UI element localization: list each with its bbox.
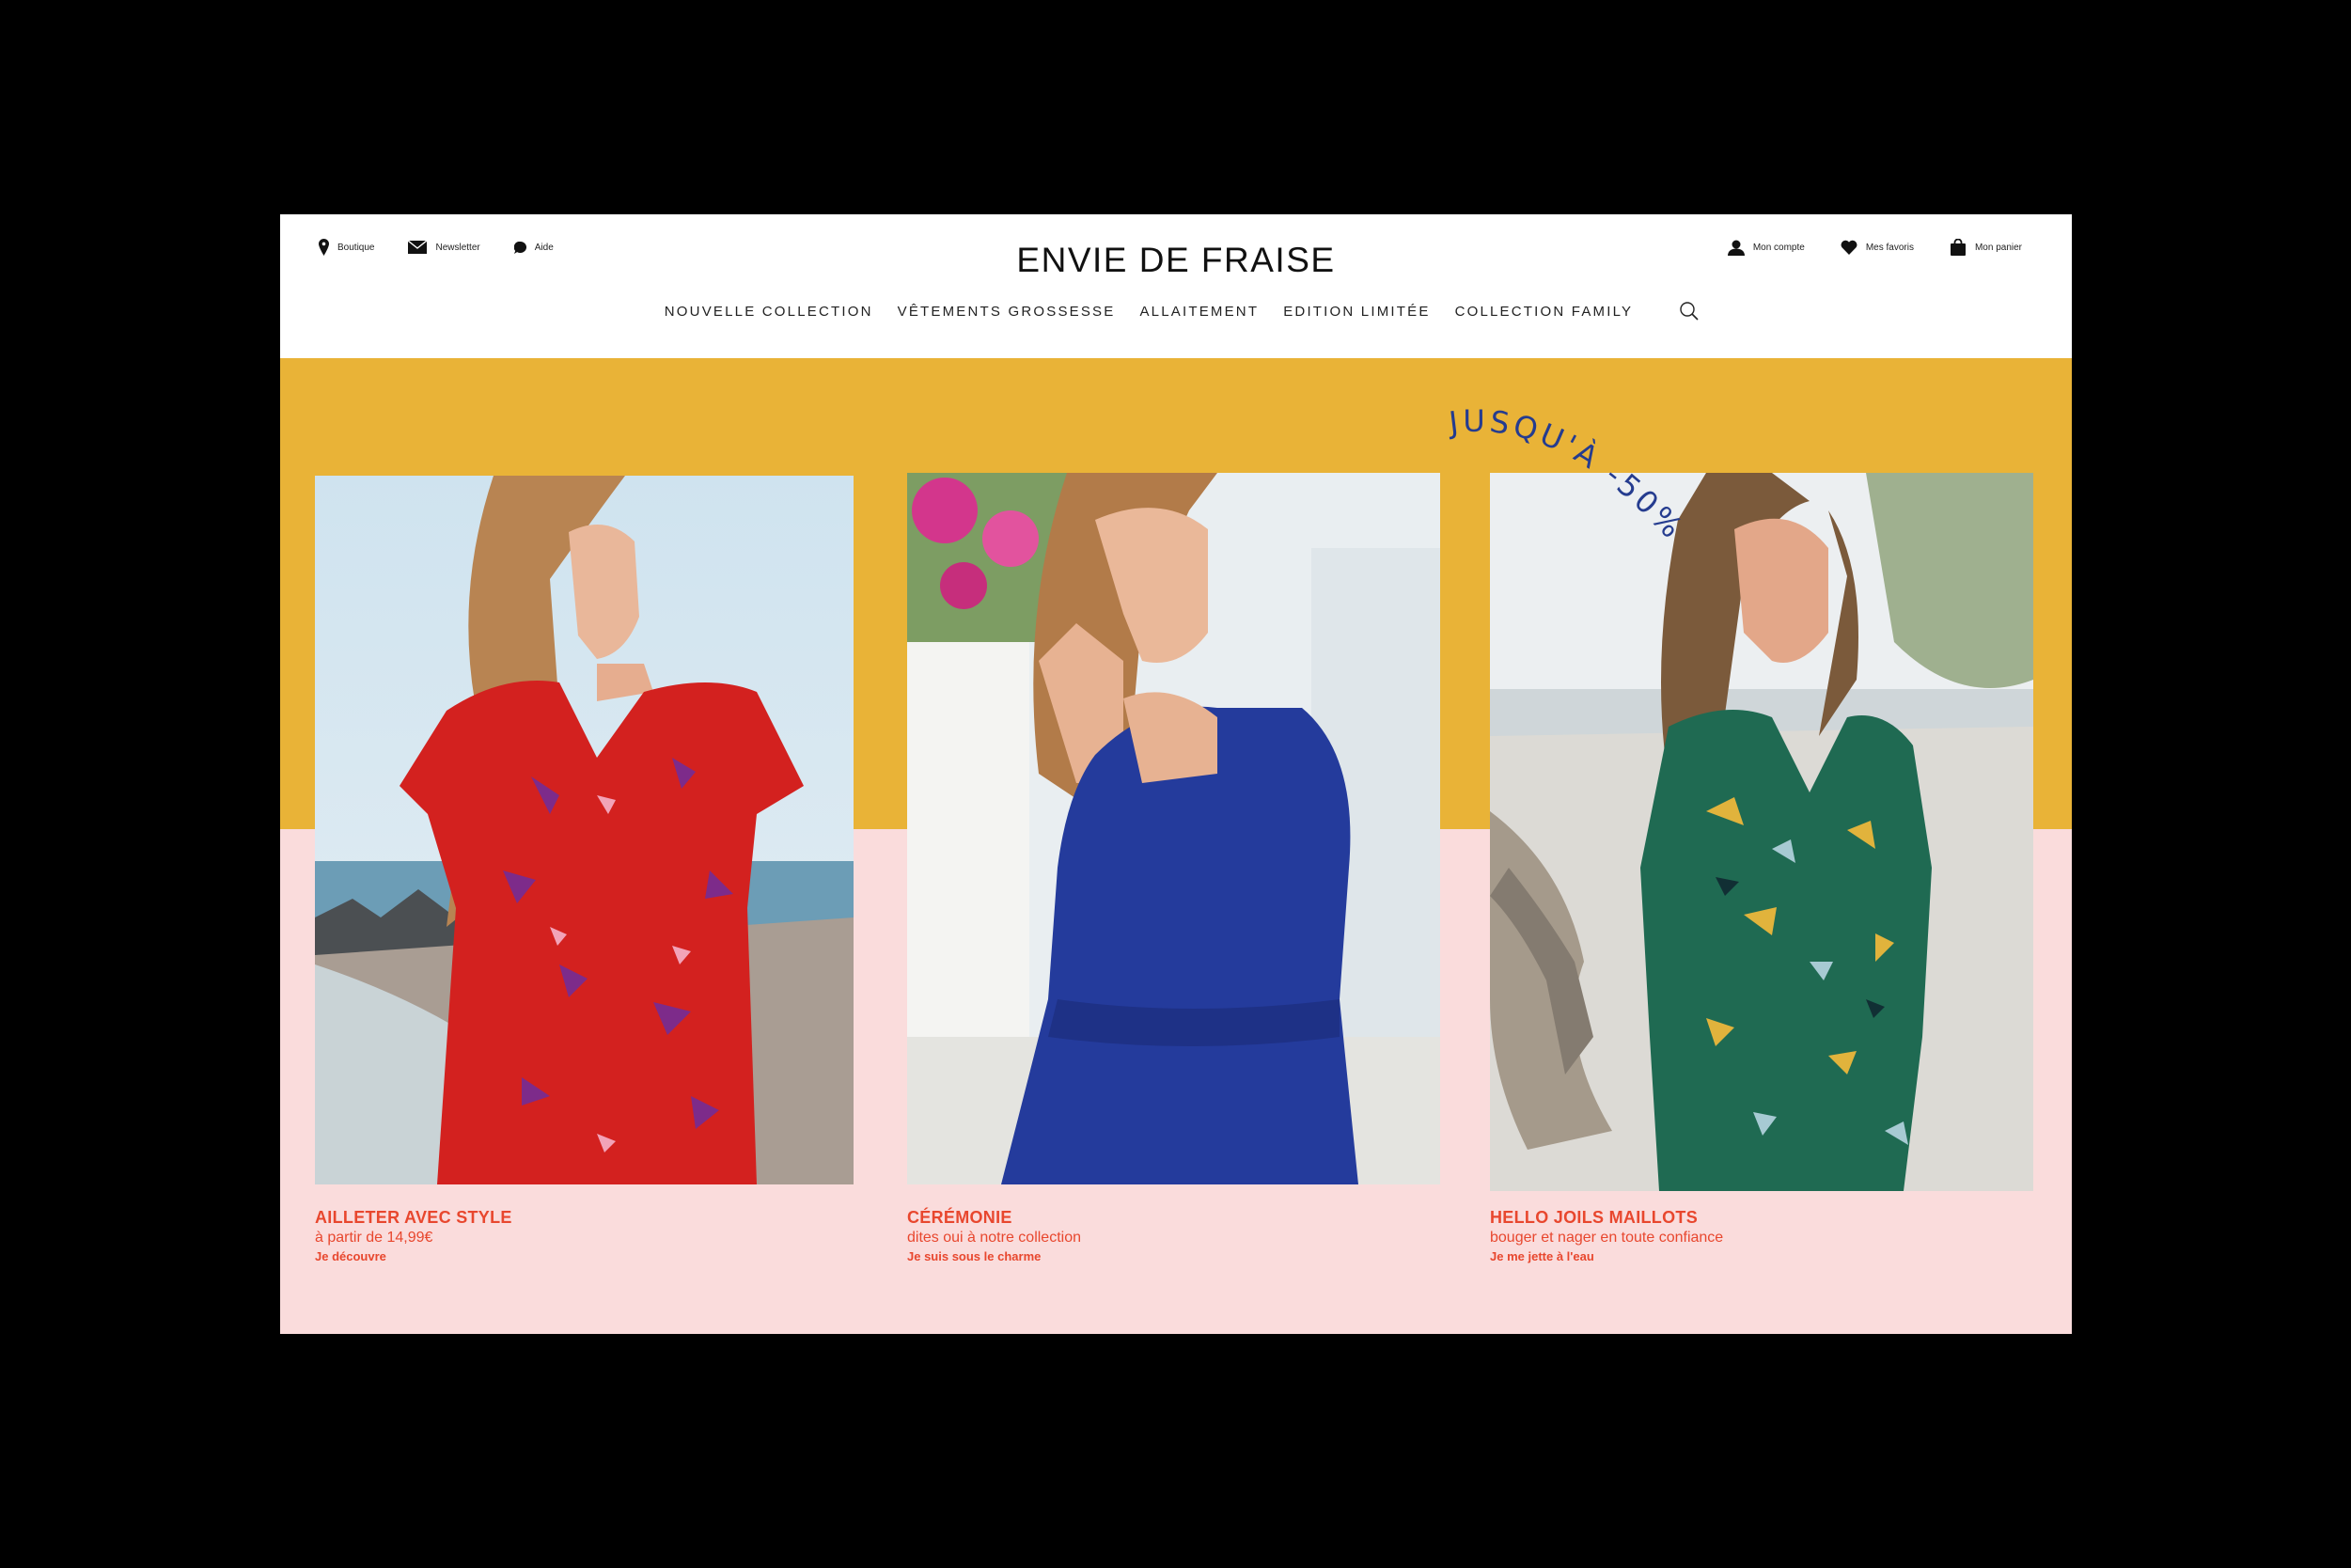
card-subtitle: bouger et nager en toute confiance (1490, 1230, 1724, 1246)
heart-icon (1841, 240, 1857, 255)
nav-collection-family[interactable]: COLLECTION FAMILY (1455, 304, 1634, 320)
web-page: Boutique Newsletter Aide ENVIE DE FRAISE (280, 214, 2072, 1334)
nav-vetements-grossesse[interactable]: VÊTEMENTS GROSSESSE (898, 304, 1116, 320)
card-subtitle: dites oui à notre collection (907, 1230, 1081, 1246)
cart-label: Mon panier (1974, 242, 2022, 253)
hero-section: AILLETER AVEC STYLE à partir de 14,99€ J… (280, 358, 2072, 1334)
shopping-bag-icon (1950, 239, 1967, 256)
nav-edition-limitee[interactable]: EDITION LIMITÉE (1283, 304, 1430, 320)
site-header: Boutique Newsletter Aide ENVIE DE FRAISE (280, 214, 2072, 358)
account-link[interactable]: Mon compte (1727, 240, 1805, 256)
account-label: Mon compte (1752, 242, 1805, 253)
nav-nouvelle-collection[interactable]: NOUVELLE COLLECTION (665, 304, 873, 320)
product-card-ceremonie[interactable]: CÉRÉMONIE dites oui à notre collection J… (907, 473, 1440, 1263)
nav-allaitement[interactable]: ALLAITEMENT (1139, 304, 1259, 320)
card-subtitle: à partir de 14,99€ (315, 1230, 433, 1246)
user-icon (1727, 240, 1745, 256)
favorites-label: Mes favoris (1865, 242, 1914, 253)
promo-banner: JUSQU'À -50% (1445, 403, 1691, 548)
card-cta-link[interactable]: Je découvre (315, 1249, 512, 1263)
card-text: AILLETER AVEC STYLE à partir de 14,99€ J… (315, 1208, 512, 1263)
product-photo-red-dress (315, 476, 854, 1184)
product-photo-blue-dress (907, 473, 1440, 1184)
main-navigation: NOUVELLE COLLECTION VÊTEMENTS GROSSESSE … (280, 301, 2072, 321)
card-title: HELLO JOILS MAILLOTS (1490, 1208, 1698, 1227)
card-title: CÉRÉMONIE (907, 1208, 1012, 1227)
card-cta-link[interactable]: Je suis sous le charme (907, 1249, 1081, 1263)
card-cta-link[interactable]: Je me jette à l'eau (1490, 1249, 1723, 1263)
card-text: HELLO JOILS MAILLOTS bouger et nager en … (1490, 1208, 1723, 1263)
favorites-link[interactable]: Mes favoris (1841, 240, 1914, 255)
promo-text: JUSQU'À -50% (1445, 403, 1691, 548)
card-title: AILLETER AVEC STYLE (315, 1208, 512, 1227)
cart-link[interactable]: Mon panier (1950, 239, 2022, 256)
product-photo-green-swimsuit (1490, 473, 2033, 1191)
product-card-robes[interactable]: AILLETER AVEC STYLE à partir de 14,99€ J… (315, 476, 854, 1263)
card-text: CÉRÉMONIE dites oui à notre collection J… (907, 1208, 1081, 1263)
search-icon[interactable] (1679, 301, 1700, 321)
product-card-maillots[interactable]: HELLO JOILS MAILLOTS bouger et nager en … (1490, 473, 2033, 1263)
utility-links-right: Mon compte Mes favoris Mon panier (1727, 239, 2022, 256)
